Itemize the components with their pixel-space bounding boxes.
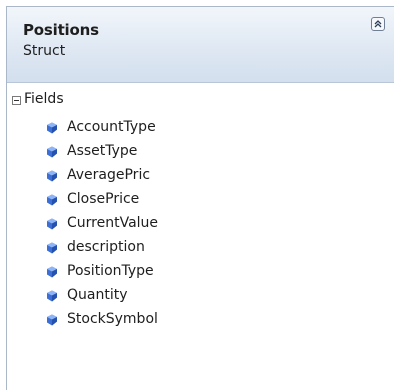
field-label: Quantity	[67, 287, 128, 303]
field-label: PositionType	[67, 263, 154, 279]
field-item[interactable]: CurrentValue	[7, 213, 394, 237]
field-label: StockSymbol	[67, 311, 158, 327]
field-item[interactable]: AccountType	[7, 117, 394, 141]
collapse-button[interactable]	[371, 17, 385, 31]
section-label: Fields	[24, 91, 64, 107]
field-icon	[47, 146, 57, 158]
shape-kind: Struct	[23, 43, 66, 59]
field-item[interactable]: description	[7, 237, 394, 261]
field-icon	[47, 290, 57, 302]
collapse-chevron-icon	[374, 20, 382, 28]
field-icon	[47, 122, 57, 134]
field-label: AccountType	[67, 119, 156, 135]
shape-title: Positions	[23, 21, 99, 39]
field-label: CurrentValue	[67, 215, 159, 231]
field-item[interactable]: AveragePric	[7, 165, 394, 189]
field-item[interactable]: Quantity	[7, 285, 394, 309]
minus-toggle-icon[interactable]	[12, 96, 21, 105]
fields-section-header[interactable]: Fields	[7, 89, 394, 113]
field-item[interactable]: ClosePrice	[7, 189, 394, 213]
field-icon	[47, 314, 57, 326]
field-item[interactable]: AssetType	[7, 141, 394, 165]
field-icon	[47, 242, 57, 254]
field-item[interactable]: StockSymbol	[7, 309, 394, 333]
struct-shape[interactable]: Positions Struct Fields AccountType Asse…	[6, 6, 394, 390]
field-list: AccountType AssetType AveragePric CloseP…	[7, 117, 394, 333]
field-icon	[47, 218, 57, 230]
field-item[interactable]: PositionType	[7, 261, 394, 285]
shape-header[interactable]: Positions Struct	[7, 7, 394, 83]
field-icon	[47, 266, 57, 278]
field-label: AssetType	[67, 143, 138, 159]
field-icon	[47, 194, 57, 206]
field-label: AveragePric	[67, 167, 151, 183]
field-label: description	[67, 239, 145, 255]
class-designer-canvas: Positions Struct Fields AccountType Asse…	[0, 0, 396, 392]
field-label: ClosePrice	[67, 191, 140, 207]
field-icon	[47, 170, 57, 182]
